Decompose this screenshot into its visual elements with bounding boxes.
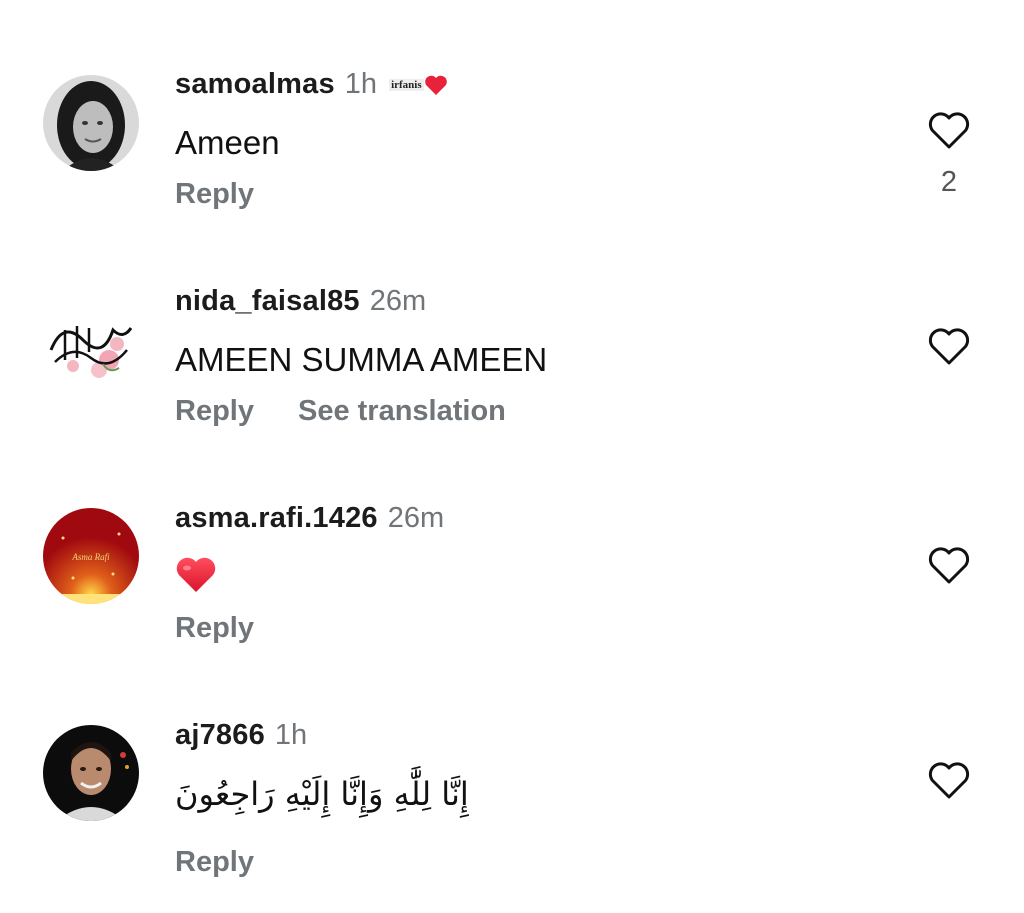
username[interactable]: nida_faisal85 <box>175 285 360 318</box>
reply-button[interactable]: Reply <box>175 846 254 879</box>
heart-outline-icon <box>928 112 970 149</box>
avatar-photo <box>43 75 139 171</box>
avatar[interactable] <box>43 75 139 171</box>
see-translation-button[interactable]: See translation <box>298 395 506 428</box>
comment-meta: asma.rafi.1426 26m <box>175 502 444 535</box>
avatar[interactable] <box>43 300 139 396</box>
comment-meta: samoalmas 1h irfanis <box>175 68 448 101</box>
timestamp: 1h <box>344 68 378 100</box>
timestamp: 26m <box>387 502 445 534</box>
timestamp: 1h <box>274 719 308 751</box>
heart-outline-icon <box>928 762 970 799</box>
comment-actions: Reply <box>175 178 254 211</box>
comment-text: إِنَّا لِلَّٰهِ وَإِنَّا إِلَيْهِ رَاجِع… <box>175 775 469 813</box>
avatar[interactable]: Asma Rafi <box>43 508 139 604</box>
reply-button[interactable]: Reply <box>175 612 254 645</box>
avatar-signature: Asma Rafi <box>71 552 110 562</box>
username[interactable]: aj7866 <box>175 719 265 752</box>
heart-outline-icon <box>928 547 970 584</box>
comment-meta: nida_faisal85 26m <box>175 285 426 318</box>
avatar[interactable] <box>43 725 139 821</box>
like-button[interactable] <box>927 326 971 366</box>
comment-actions: Reply See translation <box>175 395 506 428</box>
comment-text: Ameen <box>175 124 280 161</box>
like-button[interactable] <box>927 760 971 800</box>
avatar-photo <box>43 725 139 821</box>
comment-actions: Reply <box>175 612 254 645</box>
comment-text: AMEEN SUMMA AMEEN <box>175 341 548 378</box>
username[interactable]: asma.rafi.1426 <box>175 502 378 535</box>
red-heart-icon <box>424 75 447 95</box>
comment-text <box>175 556 217 602</box>
comment-text-arabic: إِنَّا لِلَّٰهِ وَإِنَّا إِلَيْهِ رَاجِع… <box>175 775 469 813</box>
comment-meta: aj7866 1h <box>175 719 307 752</box>
author-liked-badge: irfanis <box>389 74 448 96</box>
heart-outline-icon <box>928 328 970 365</box>
like-button[interactable] <box>927 110 971 150</box>
reply-button[interactable]: Reply <box>175 178 254 211</box>
like-count: 2 <box>940 166 958 198</box>
username[interactable]: samoalmas <box>175 68 335 101</box>
like-button[interactable] <box>927 545 971 585</box>
timestamp: 26m <box>369 285 427 317</box>
avatar-calligraphy-image <box>43 300 139 396</box>
avatar-logo-image: Asma Rafi <box>43 508 139 604</box>
comment-actions: Reply <box>175 846 254 879</box>
reply-button[interactable]: Reply <box>175 395 254 428</box>
badge-label: irfanis <box>389 78 424 91</box>
red-heart-emoji-icon <box>176 557 216 592</box>
